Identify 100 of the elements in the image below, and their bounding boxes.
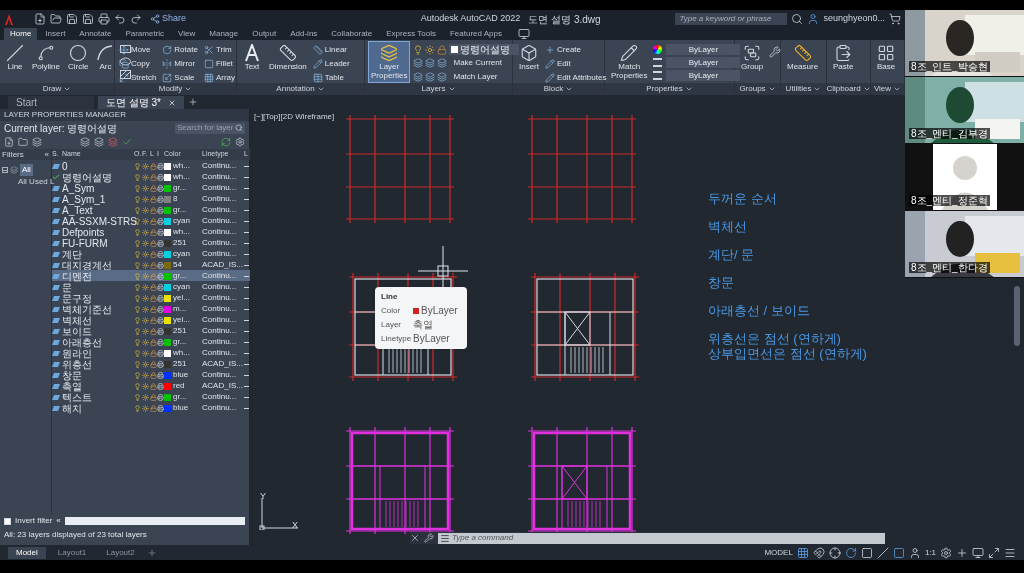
plot-icon[interactable] xyxy=(157,184,164,192)
color-swatch[interactable] xyxy=(164,162,171,170)
drawing-canvas[interactable]: [−][Top][2D Wireframe] Y X Line Color ByLayer Layer 축열 Linetype ByLayer 두꺼운 순서 벽체선 계단/ 문 창문 아래층선 / 보이드 위층선은 점선 (연하게) 상부입면선은 점선 (연하게) Type a command xyxy=(250,109,905,545)
sun-icon[interactable] xyxy=(142,261,149,269)
lock-icon[interactable] xyxy=(150,393,157,401)
ribbon-tab[interactable]: Home xyxy=(4,28,38,40)
plot-icon[interactable] xyxy=(157,404,164,412)
sun-icon[interactable] xyxy=(142,195,149,203)
property-dropdown[interactable]: ByLayer xyxy=(666,70,741,81)
lock-icon[interactable] xyxy=(150,173,157,181)
ribbon-tool-button[interactable]: Match Properties xyxy=(609,42,650,82)
panel-title[interactable]: Block xyxy=(513,83,604,95)
sun-icon[interactable] xyxy=(142,173,149,181)
ribbon-tool-button[interactable]: Table xyxy=(312,72,350,84)
color-swatch[interactable] xyxy=(164,360,171,368)
ribbon-tool-button[interactable]: Make Current xyxy=(413,57,520,69)
sun-icon[interactable] xyxy=(142,184,149,192)
filter-item[interactable]: All xyxy=(20,164,33,176)
plot-icon[interactable] xyxy=(157,206,164,214)
layer-row[interactable]: 해치 blue Continu... xyxy=(52,402,250,413)
lock-icon[interactable] xyxy=(150,404,157,412)
polar-icon[interactable] xyxy=(844,546,857,559)
sun-icon[interactable] xyxy=(142,360,149,368)
layer-row[interactable]: 문구정 yel... Continu... xyxy=(52,292,250,303)
layer-row[interactable]: 원라인 wh... Continu... xyxy=(52,347,250,358)
expander-icon[interactable] xyxy=(2,167,8,173)
lock-icon[interactable] xyxy=(150,294,157,302)
layer-row[interactable]: 축열 red ACAD_IS... xyxy=(52,380,250,391)
ellipse-icon[interactable] xyxy=(120,57,132,66)
ribbon-tool-button[interactable]: Linear xyxy=(312,44,350,56)
sun-icon[interactable] xyxy=(142,239,149,247)
plot-icon[interactable] xyxy=(157,393,164,401)
sun-icon[interactable] xyxy=(142,338,149,346)
layer-row[interactable]: 창문 blue Continu... xyxy=(52,369,250,380)
plot-icon[interactable] xyxy=(157,228,164,236)
viewport-label[interactable]: [−][Top][2D Wireframe] xyxy=(254,111,335,123)
command-history-icon[interactable] xyxy=(438,532,452,544)
plot-icon[interactable] xyxy=(157,316,164,324)
ribbon-tab[interactable]: Collaborate xyxy=(325,28,379,40)
lock-icon[interactable] xyxy=(150,195,157,203)
app-logo-icon[interactable] xyxy=(4,13,14,25)
color-swatch[interactable] xyxy=(164,327,171,335)
layer-row[interactable]: 위층선 251 ACAD_IS... xyxy=(52,358,250,369)
plot-icon[interactable] xyxy=(157,250,164,258)
plot-icon[interactable] xyxy=(157,360,164,368)
lock-icon[interactable] xyxy=(150,206,157,214)
layer-row[interactable]: 대지경계선 54 ACAD_IS... xyxy=(52,259,250,270)
new-file-icon[interactable] xyxy=(34,13,46,25)
color-swatch[interactable] xyxy=(164,173,171,181)
layer-row[interactable]: 계단 cyan Continu... xyxy=(52,248,250,259)
sun-icon[interactable] xyxy=(142,272,149,280)
object-snap-icon[interactable] xyxy=(860,546,873,559)
panel-title[interactable]: Modify xyxy=(115,83,236,95)
lock-icon[interactable] xyxy=(150,217,157,225)
ribbon-tab[interactable]: Output xyxy=(246,28,283,40)
document-tab[interactable]: 도면 설명 3* xyxy=(98,96,184,109)
ribbon-tool-button[interactable]: Polyline xyxy=(30,42,62,82)
panel-title[interactable]: Draw xyxy=(0,83,114,95)
plot-icon[interactable] xyxy=(157,349,164,357)
ribbon-tab[interactable]: Parametric xyxy=(119,28,171,40)
ribbon-tool-button[interactable]: Mirror xyxy=(162,58,198,70)
sun-icon[interactable] xyxy=(142,371,149,379)
color-swatch[interactable] xyxy=(164,250,171,258)
plot-icon[interactable] xyxy=(157,294,164,302)
lock-icon[interactable] xyxy=(150,283,157,291)
plot-icon[interactable] xyxy=(157,283,164,291)
color-swatch[interactable] xyxy=(164,217,171,225)
color-swatch[interactable] xyxy=(164,184,171,192)
layer-row[interactable]: 디멘전 gr... Continu... xyxy=(52,270,250,281)
ribbon-tool-button[interactable]: Match Layer xyxy=(413,71,520,83)
ribbon-tool-button[interactable]: Array xyxy=(203,72,236,84)
lock-icon[interactable] xyxy=(150,305,157,313)
lock-icon[interactable] xyxy=(150,162,157,170)
property-dropdown[interactable]: ByLayer xyxy=(666,57,741,68)
lock-icon[interactable] xyxy=(150,371,157,379)
sun-icon[interactable] xyxy=(142,162,149,170)
ribbon-tool-button[interactable]: Fillet xyxy=(203,58,236,70)
ribbon-tab[interactable]: Annotate xyxy=(73,28,118,40)
close-icon[interactable] xyxy=(168,98,176,107)
layer-row[interactable]: 명령어설명 wh... Continu... xyxy=(52,171,250,182)
color-swatch[interactable] xyxy=(164,294,171,302)
sun-icon[interactable] xyxy=(142,206,149,214)
lock-icon[interactable] xyxy=(150,228,157,236)
lineweight-icon[interactable] xyxy=(876,546,889,559)
ribbon-tool-button[interactable]: Line xyxy=(4,42,26,82)
color-swatch[interactable] xyxy=(164,371,171,379)
save-icon[interactable] xyxy=(66,13,78,25)
plot-icon[interactable] xyxy=(157,338,164,346)
search-field[interactable]: Type a keyword or phrase xyxy=(675,13,788,25)
ribbon-tool-button[interactable]: Rotate xyxy=(162,44,198,56)
plot-icon[interactable] xyxy=(157,261,164,269)
ribbon-tool-button[interactable]: Layer Properties xyxy=(369,42,410,82)
undo-icon[interactable] xyxy=(114,13,126,25)
ribbon-tab[interactable]: Express Tools xyxy=(380,28,442,40)
sun-icon[interactable] xyxy=(142,305,149,313)
ribbon-tool-button[interactable]: Scale xyxy=(162,72,198,84)
ribbon-tab[interactable]: Featured Apps xyxy=(443,28,508,40)
property-dropdown[interactable]: ByLayer xyxy=(666,44,741,55)
sun-icon[interactable] xyxy=(142,294,149,302)
sun-icon[interactable] xyxy=(142,349,149,357)
